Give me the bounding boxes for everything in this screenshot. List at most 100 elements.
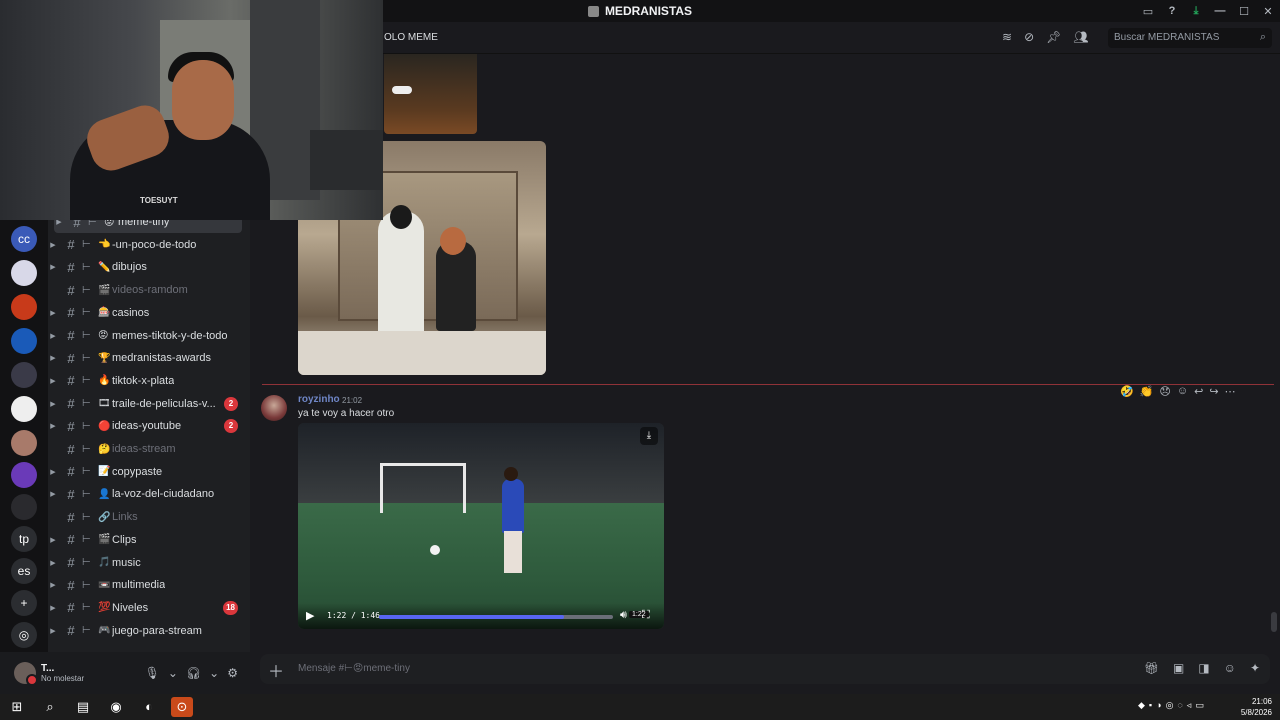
expand-icon[interactable]: ▶ <box>48 354 58 362</box>
video-seek-bar[interactable]: 1:22 <box>379 611 649 619</box>
expand-icon[interactable]: ▶ <box>48 309 58 317</box>
play-icon[interactable]: ▶ <box>306 609 314 622</box>
channel-item[interactable]: ▶ # ⊢ 🎰 casinos <box>48 302 248 324</box>
threads-icon[interactable]: ≋ <box>1002 30 1012 44</box>
channel-item[interactable]: ▶ # ⊢ 🔥 tiktok-x-plata <box>48 370 248 392</box>
add-reaction-icon[interactable]: ☺ <box>1177 385 1188 397</box>
chat-scrollbar[interactable] <box>1271 612 1277 632</box>
system-clock[interactable]: 21:06 5/8/2026 <box>1241 696 1272 718</box>
server-icon[interactable] <box>11 260 37 286</box>
expand-icon[interactable]: ▶ <box>48 241 58 249</box>
expand-icon[interactable]: ▶ <box>48 490 58 498</box>
channel-item[interactable]: # ⊢ 🤔 ideas-stream <box>48 438 248 460</box>
channel-item[interactable]: ▶ # ⊢ 👈 -un-poco-de-todo <box>48 234 248 256</box>
chevron-down-icon[interactable]: ⌄ <box>168 666 178 680</box>
volume-icon[interactable]: 🔊︎ <box>620 609 627 622</box>
expand-icon[interactable]: ▶ <box>48 581 58 589</box>
members-icon[interactable]: 👥︎ <box>1073 30 1088 44</box>
gif-icon[interactable]: ▣ <box>1173 661 1184 675</box>
sticker-icon[interactable]: ◨ <box>1198 661 1209 675</box>
channel-item[interactable]: ▶ # ⊢ 🏆 medranistas-awards <box>48 347 248 369</box>
expand-icon[interactable]: ▶ <box>48 468 58 476</box>
server-icon[interactable] <box>11 294 37 320</box>
reaction-sad-icon[interactable]: 😞 <box>1159 385 1170 398</box>
avatar[interactable] <box>14 662 38 686</box>
expand-icon[interactable]: ▶ <box>48 604 58 612</box>
obs-icon[interactable]: ⊙ <box>171 697 193 717</box>
help-icon[interactable]: ? <box>1160 5 1184 17</box>
apps-icon[interactable]: ✦ <box>1250 661 1260 675</box>
gear-icon[interactable]: ⚙ <box>227 666 238 680</box>
image-attachment[interactable] <box>384 54 477 134</box>
download-icon[interactable]: ⤓ <box>1184 5 1208 18</box>
file-explorer-icon[interactable]: ▤ <box>72 697 94 717</box>
expand-icon[interactable]: ▶ <box>48 559 58 567</box>
download-icon[interactable]: ⤓ <box>640 427 658 445</box>
channel-item[interactable]: ▶ # ⊢ 👤 la-voz-del-ciudadano <box>48 483 248 505</box>
server-icon[interactable] <box>11 494 37 520</box>
server-icon[interactable]: cc <box>11 226 37 252</box>
notifications-muted-icon[interactable]: ⊘ <box>1024 30 1034 44</box>
user-info[interactable]: T... No molestar <box>41 663 84 683</box>
server-icon[interactable] <box>11 328 37 354</box>
network-icon[interactable]: ▭ <box>1195 700 1204 711</box>
nvidia-icon[interactable]: ◆ <box>1138 700 1145 711</box>
channel-item[interactable]: ▶ # ⊢ 📝 copypaste <box>48 461 248 483</box>
channel-item[interactable]: # ⊢ 🔗 Links <box>48 506 248 528</box>
channel-item[interactable]: ▶ # ⊢ 🔴 ideas-youtube 2 <box>48 415 248 437</box>
channel-item[interactable]: ▶ # ⊢ 🎵 music <box>48 552 248 574</box>
message-author[interactable]: royzinho <box>298 394 340 405</box>
maximize-icon[interactable]: ☐ <box>1232 5 1256 18</box>
reply-icon[interactable]: ↩ <box>1194 385 1203 398</box>
microphone-icon[interactable]: 🎙︎ <box>145 666 160 680</box>
channel-item[interactable]: ▶ # ⊢ 📼 multimedia <box>48 574 248 596</box>
search-input[interactable]: Buscar MEDRANISTAS ⌕ <box>1108 28 1272 48</box>
message-composer[interactable]: ＋ Mensaje #⊢😡meme-tiny 🎁︎ ▣ ◨ ☺ ✦ <box>260 654 1270 684</box>
channel-item[interactable]: ▶ # ⊢ 🎬 Clips <box>48 529 248 551</box>
forward-icon[interactable]: ↪ <box>1209 385 1218 398</box>
chevron-down-icon[interactable]: ⌄ <box>209 666 219 680</box>
server-icon[interactable] <box>11 462 37 488</box>
volume-icon[interactable]: ◃ <box>1187 700 1192 711</box>
server-icon[interactable]: es <box>11 558 37 584</box>
server-icon[interactable]: + <box>11 590 37 616</box>
expand-icon[interactable]: ▶ <box>48 422 58 430</box>
expand-icon[interactable]: ▶ <box>48 332 58 340</box>
tray-icon[interactable]: ◑ <box>1156 700 1161 711</box>
expand-icon[interactable]: ▶ <box>48 377 58 385</box>
expand-icon[interactable]: ▶ <box>48 627 58 635</box>
server-icon[interactable]: tp <box>11 526 37 552</box>
reaction-clap-icon[interactable]: 👏 <box>1140 385 1154 398</box>
emoji-icon[interactable]: ☺ <box>1224 661 1236 675</box>
server-icon[interactable] <box>11 430 37 456</box>
inbox-icon[interactable]: ▭ <box>1136 5 1160 18</box>
expand-icon[interactable]: ▶ <box>48 263 58 271</box>
add-attachment-icon[interactable]: ＋ <box>268 658 284 682</box>
channel-item[interactable]: ▶ # ⊢ ✏️ dibujos <box>48 256 248 278</box>
channel-item[interactable]: ▶ # ⊢ 😡 memes-tiktok-y-de-todo <box>48 325 248 347</box>
server-icon[interactable] <box>11 362 37 388</box>
windows-start-icon[interactable]: ⊞ <box>6 697 28 717</box>
close-icon[interactable]: ✕ <box>1256 5 1280 18</box>
pin-icon[interactable]: 📌︎ <box>1046 30 1061 44</box>
tray-icon[interactable]: ◎ <box>1166 700 1174 711</box>
video-player[interactable]: ⤓ ▶ 1:22 / 1:46 1:22 🔊︎ ⛶ <box>298 423 664 629</box>
discord-icon[interactable]: ◐ <box>138 697 160 717</box>
expand-icon[interactable]: ▶ <box>48 400 58 408</box>
channel-item[interactable]: ▶ # ⊢ 🎞 traile-de-peliculas-v... 2 <box>48 393 248 415</box>
minimize-icon[interactable]: — <box>1208 5 1232 17</box>
chrome-icon[interactable]: ◉ <box>105 697 127 717</box>
channel-item[interactable]: ▶ # ⊢ 💯 Niveles 18 <box>48 597 248 619</box>
server-icon[interactable] <box>11 396 37 422</box>
search-icon[interactable]: ⌕ <box>39 697 61 717</box>
expand-icon[interactable]: ▶ <box>48 536 58 544</box>
author-avatar[interactable] <box>261 395 287 421</box>
gift-icon[interactable]: 🎁︎ <box>1144 661 1159 675</box>
fullscreen-icon[interactable]: ⛶ <box>642 609 650 622</box>
more-icon[interactable]: ⋯ <box>1225 385 1236 398</box>
tray-icon[interactable]: ◌ <box>1177 700 1182 711</box>
tray-icon[interactable]: ▪ <box>1149 700 1152 711</box>
server-icon[interactable]: ◎ <box>11 622 37 648</box>
channel-item[interactable]: ▶ # ⊢ 🎮 juego-para-stream <box>48 620 248 642</box>
channel-item[interactable]: # ⊢ 🎬 videos-ramdom <box>48 279 248 301</box>
